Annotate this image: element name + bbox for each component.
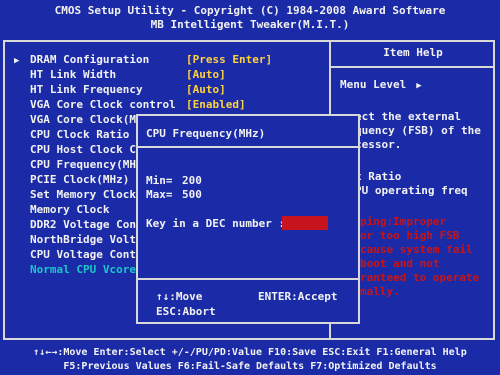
- menu-item-normal-cpu-vcore: Normal CPU Vcore: [30, 263, 136, 276]
- menu-item-cpu-frequency[interactable]: CPU Frequency(MHz: [30, 158, 143, 171]
- menu-item-vga-core-clock[interactable]: VGA Core Clock(Mh: [30, 113, 143, 126]
- copyright-line: CMOS Setup Utility - Copyright (C) 1984-…: [54, 4, 446, 17]
- menu-item-vga-core-clock-control[interactable]: VGA Core Clock control: [30, 98, 176, 111]
- help-text-line: cessor.: [355, 138, 402, 151]
- triangle-right-icon: ▶: [416, 81, 422, 91]
- selection-arrow-icon: ▶: [14, 56, 20, 66]
- help-text-line: ect the external: [355, 110, 461, 123]
- help-warning-line: mally.: [360, 285, 400, 298]
- dialog-title: CPU Frequency(MHz): [146, 127, 266, 140]
- key-help-line-2: F5:Previous Values F6:Fail-Safe Defaults…: [63, 361, 437, 372]
- dialog-hint-abort: ESC:Abort: [156, 305, 216, 318]
- dialog-prompt: Key in a DEC number :: [146, 217, 286, 230]
- dialog-divider-bottom: [138, 278, 358, 280]
- menu-item-ht-link-frequency[interactable]: HT Link Frequency: [30, 83, 143, 96]
- dialog-hint-accept: ENTER:Accept: [258, 290, 338, 303]
- value-ht-link-frequency[interactable]: [Auto]: [186, 83, 226, 96]
- value-ht-link-width[interactable]: [Auto]: [186, 68, 226, 81]
- menu-item-memory-clock[interactable]: Memory Clock: [30, 203, 109, 216]
- help-title-divider: [331, 66, 495, 68]
- bios-screen: CMOS Setup Utility - Copyright (C) 1984-…: [0, 0, 500, 375]
- menu-item-cpu-host-clock-control[interactable]: CPU Host Clock Co: [30, 143, 143, 156]
- bios-header: CMOS Setup Utility - Copyright (C) 1984-…: [0, 0, 500, 34]
- menu-level-label: Menu Level: [340, 78, 407, 91]
- help-warning-line: ranteed to operate: [360, 271, 480, 284]
- menu-item-pcie-clock[interactable]: PCIE Clock(MHz): [30, 173, 129, 186]
- dialog-max-value: 500: [182, 188, 202, 201]
- help-text-line: quency (FSB) of the: [355, 124, 481, 137]
- item-help-title: Item Help: [383, 46, 443, 59]
- menu-item-northbridge-voltage[interactable]: NorthBridge Volt: [30, 233, 136, 246]
- dialog-max-label: Max=: [146, 188, 173, 201]
- value-vga-core-clock-control[interactable]: [Enabled]: [186, 98, 246, 111]
- menu-item-dram-configuration[interactable]: DRAM Configuration: [30, 53, 149, 66]
- menu-item-ht-link-width[interactable]: HT Link Width: [30, 68, 116, 81]
- menu-item-set-memory-clock[interactable]: Set Memory Clock: [30, 188, 136, 201]
- help-text-line: x Ratio: [355, 170, 402, 183]
- help-warning-line: boot and not: [360, 257, 440, 270]
- page-title: MB Intelligent Tweaker(M.I.T.): [150, 18, 350, 31]
- menu-item-ddr2-voltage-control[interactable]: DDR2 Voltage Cont: [30, 218, 143, 231]
- key-help-bar: ↑↓←→:Move Enter:Select +/-/PU/PD:Value F…: [0, 344, 500, 375]
- value-dram-configuration[interactable]: [Press Enter]: [186, 53, 272, 66]
- dec-number-input[interactable]: [282, 216, 328, 230]
- cpu-frequency-dialog: CPU Frequency(MHz) Min= 200 Max= 500 Key…: [136, 114, 360, 324]
- dialog-hint-move: ↑↓:Move: [156, 290, 203, 303]
- dialog-divider-top: [138, 146, 358, 148]
- help-warning-line: ping:Improper: [360, 215, 447, 228]
- dialog-min-value: 200: [182, 174, 202, 187]
- key-help-line-1: ↑↓←→:Move Enter:Select +/-/PU/PD:Value F…: [33, 347, 467, 358]
- help-text-line: PU operating freq: [355, 184, 468, 197]
- help-warning-line: or too high FSB: [360, 229, 460, 242]
- menu-level: Menu Level ▶: [340, 78, 422, 91]
- help-warning-line: cause system fail: [360, 243, 473, 256]
- menu-item-cpu-clock-ratio[interactable]: CPU Clock Ratio: [30, 128, 129, 141]
- dialog-min-label: Min=: [146, 174, 173, 187]
- menu-item-cpu-voltage-control[interactable]: CPU Voltage Contr: [30, 248, 143, 261]
